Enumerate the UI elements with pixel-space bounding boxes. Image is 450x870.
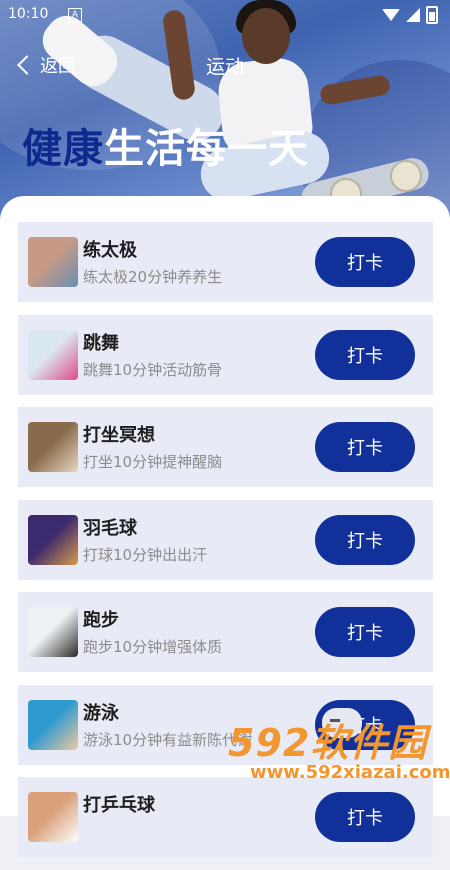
activity-thumbnail <box>28 422 78 472</box>
status-time: 10:10 <box>8 6 49 22</box>
activity-subtitle: 打坐10分钟提神醒脑 <box>83 453 223 471</box>
activity-subtitle: 练太极20分钟养养生 <box>83 268 223 286</box>
hero-slogan: 健康生活每一天 <box>22 116 309 174</box>
activity-thumbnail <box>28 514 78 565</box>
list-item: 跑步 跑步10分钟增强体质 打卡 <box>18 592 433 672</box>
back-button[interactable]: 返回 <box>14 52 76 78</box>
checkin-button[interactable]: 打卡 <box>315 329 415 380</box>
activity-title: 游泳 <box>83 702 119 724</box>
activity-title: 跑步 <box>83 610 119 631</box>
slogan-rest: 生活每一天 <box>104 126 309 172</box>
activity-title: 羽毛球 <box>83 517 137 539</box>
signal-icon <box>406 8 420 22</box>
status-icons <box>382 6 438 24</box>
notification-badge: A <box>68 8 82 22</box>
list-item: 打坐冥想 打坐10分钟提神醒脑 打卡 <box>18 407 433 487</box>
activity-title: 跳舞 <box>83 332 119 354</box>
activity-thumbnail <box>28 699 78 750</box>
watermark-text: 592软件园 <box>228 721 428 765</box>
checkin-button[interactable]: 打卡 <box>315 422 415 472</box>
activity-subtitle: 跳舞10分钟活动筋骨 <box>83 360 223 379</box>
watermark-logo: 592软件园 www.592xiazai.com <box>220 712 450 798</box>
nav-bar: 运动 返回 <box>0 44 450 88</box>
activity-title: 打乒乓球 <box>83 795 155 816</box>
skateboard-wheel <box>390 160 422 192</box>
slogan-accent: 健康 <box>22 126 104 172</box>
activity-subtitle: 打球10分钟出出汗 <box>83 545 208 564</box>
list-item: 练太极 练太极20分钟养养生 打卡 <box>18 222 433 302</box>
wifi-icon <box>382 9 400 21</box>
list-item: 羽毛球 打球10分钟出出汗 打卡 <box>18 499 433 580</box>
watermark-url: www.592xiazai.com <box>250 762 450 783</box>
activity-thumbnail <box>28 237 78 287</box>
battery-icon <box>426 6 438 24</box>
activity-thumbnail <box>28 607 78 657</box>
list-item: 跳舞 跳舞10分钟活动筋骨 打卡 <box>18 314 433 395</box>
back-label: 返回 <box>40 56 76 77</box>
chevron-left-icon <box>17 55 37 75</box>
status-bar: 10:10 A <box>0 0 450 32</box>
activity-thumbnail <box>28 329 78 380</box>
checkin-button[interactable]: 打卡 <box>315 514 415 565</box>
activity-title: 练太极 <box>83 240 137 261</box>
activity-title: 打坐冥想 <box>83 425 155 446</box>
checkin-button[interactable]: 打卡 <box>315 237 415 287</box>
activity-subtitle: 跑步10分钟增强体质 <box>83 638 223 656</box>
checkin-button[interactable]: 打卡 <box>315 607 415 657</box>
